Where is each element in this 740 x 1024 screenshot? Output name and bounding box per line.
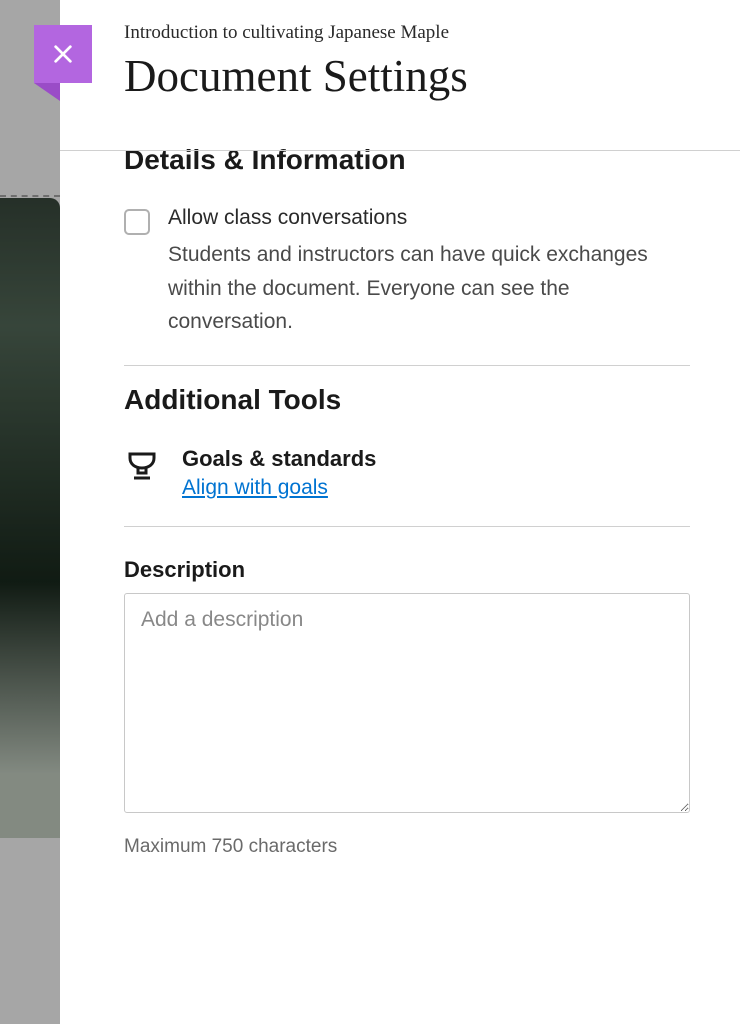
modal-backdrop [0, 0, 60, 1024]
description-textarea[interactable] [124, 593, 690, 813]
close-button-flag [34, 83, 60, 101]
goals-standards-row: Goals & standards Align with goals [124, 446, 690, 500]
allow-conversations-label: Allow class conversations [168, 206, 690, 230]
section-tools-heading: Additional Tools [124, 384, 690, 416]
close-button[interactable] [34, 25, 92, 83]
description-label: Description [124, 557, 690, 583]
allow-conversations-row: Allow class conversations Students and i… [124, 206, 690, 339]
align-with-goals-link[interactable]: Align with goals [182, 476, 328, 499]
settings-panel: Introduction to cultivating Japanese Map… [60, 0, 740, 1024]
divider [124, 526, 690, 527]
allow-conversations-description: Students and instructors can have quick … [168, 238, 690, 339]
header-divider [60, 150, 740, 151]
goals-standards-title: Goals & standards [182, 446, 376, 472]
goals-standards-content: Goals & standards Align with goals [182, 446, 376, 500]
allow-conversations-checkbox[interactable] [124, 209, 150, 235]
trophy-icon [124, 448, 160, 489]
section-details-heading: Details & Information [124, 144, 690, 176]
close-icon [52, 43, 74, 65]
breadcrumb: Introduction to cultivating Japanese Map… [124, 22, 690, 44]
divider [124, 365, 690, 366]
page-title: Document Settings [124, 50, 690, 102]
allow-conversations-content: Allow class conversations Students and i… [168, 206, 690, 339]
description-helper: Maximum 750 characters [124, 836, 690, 858]
